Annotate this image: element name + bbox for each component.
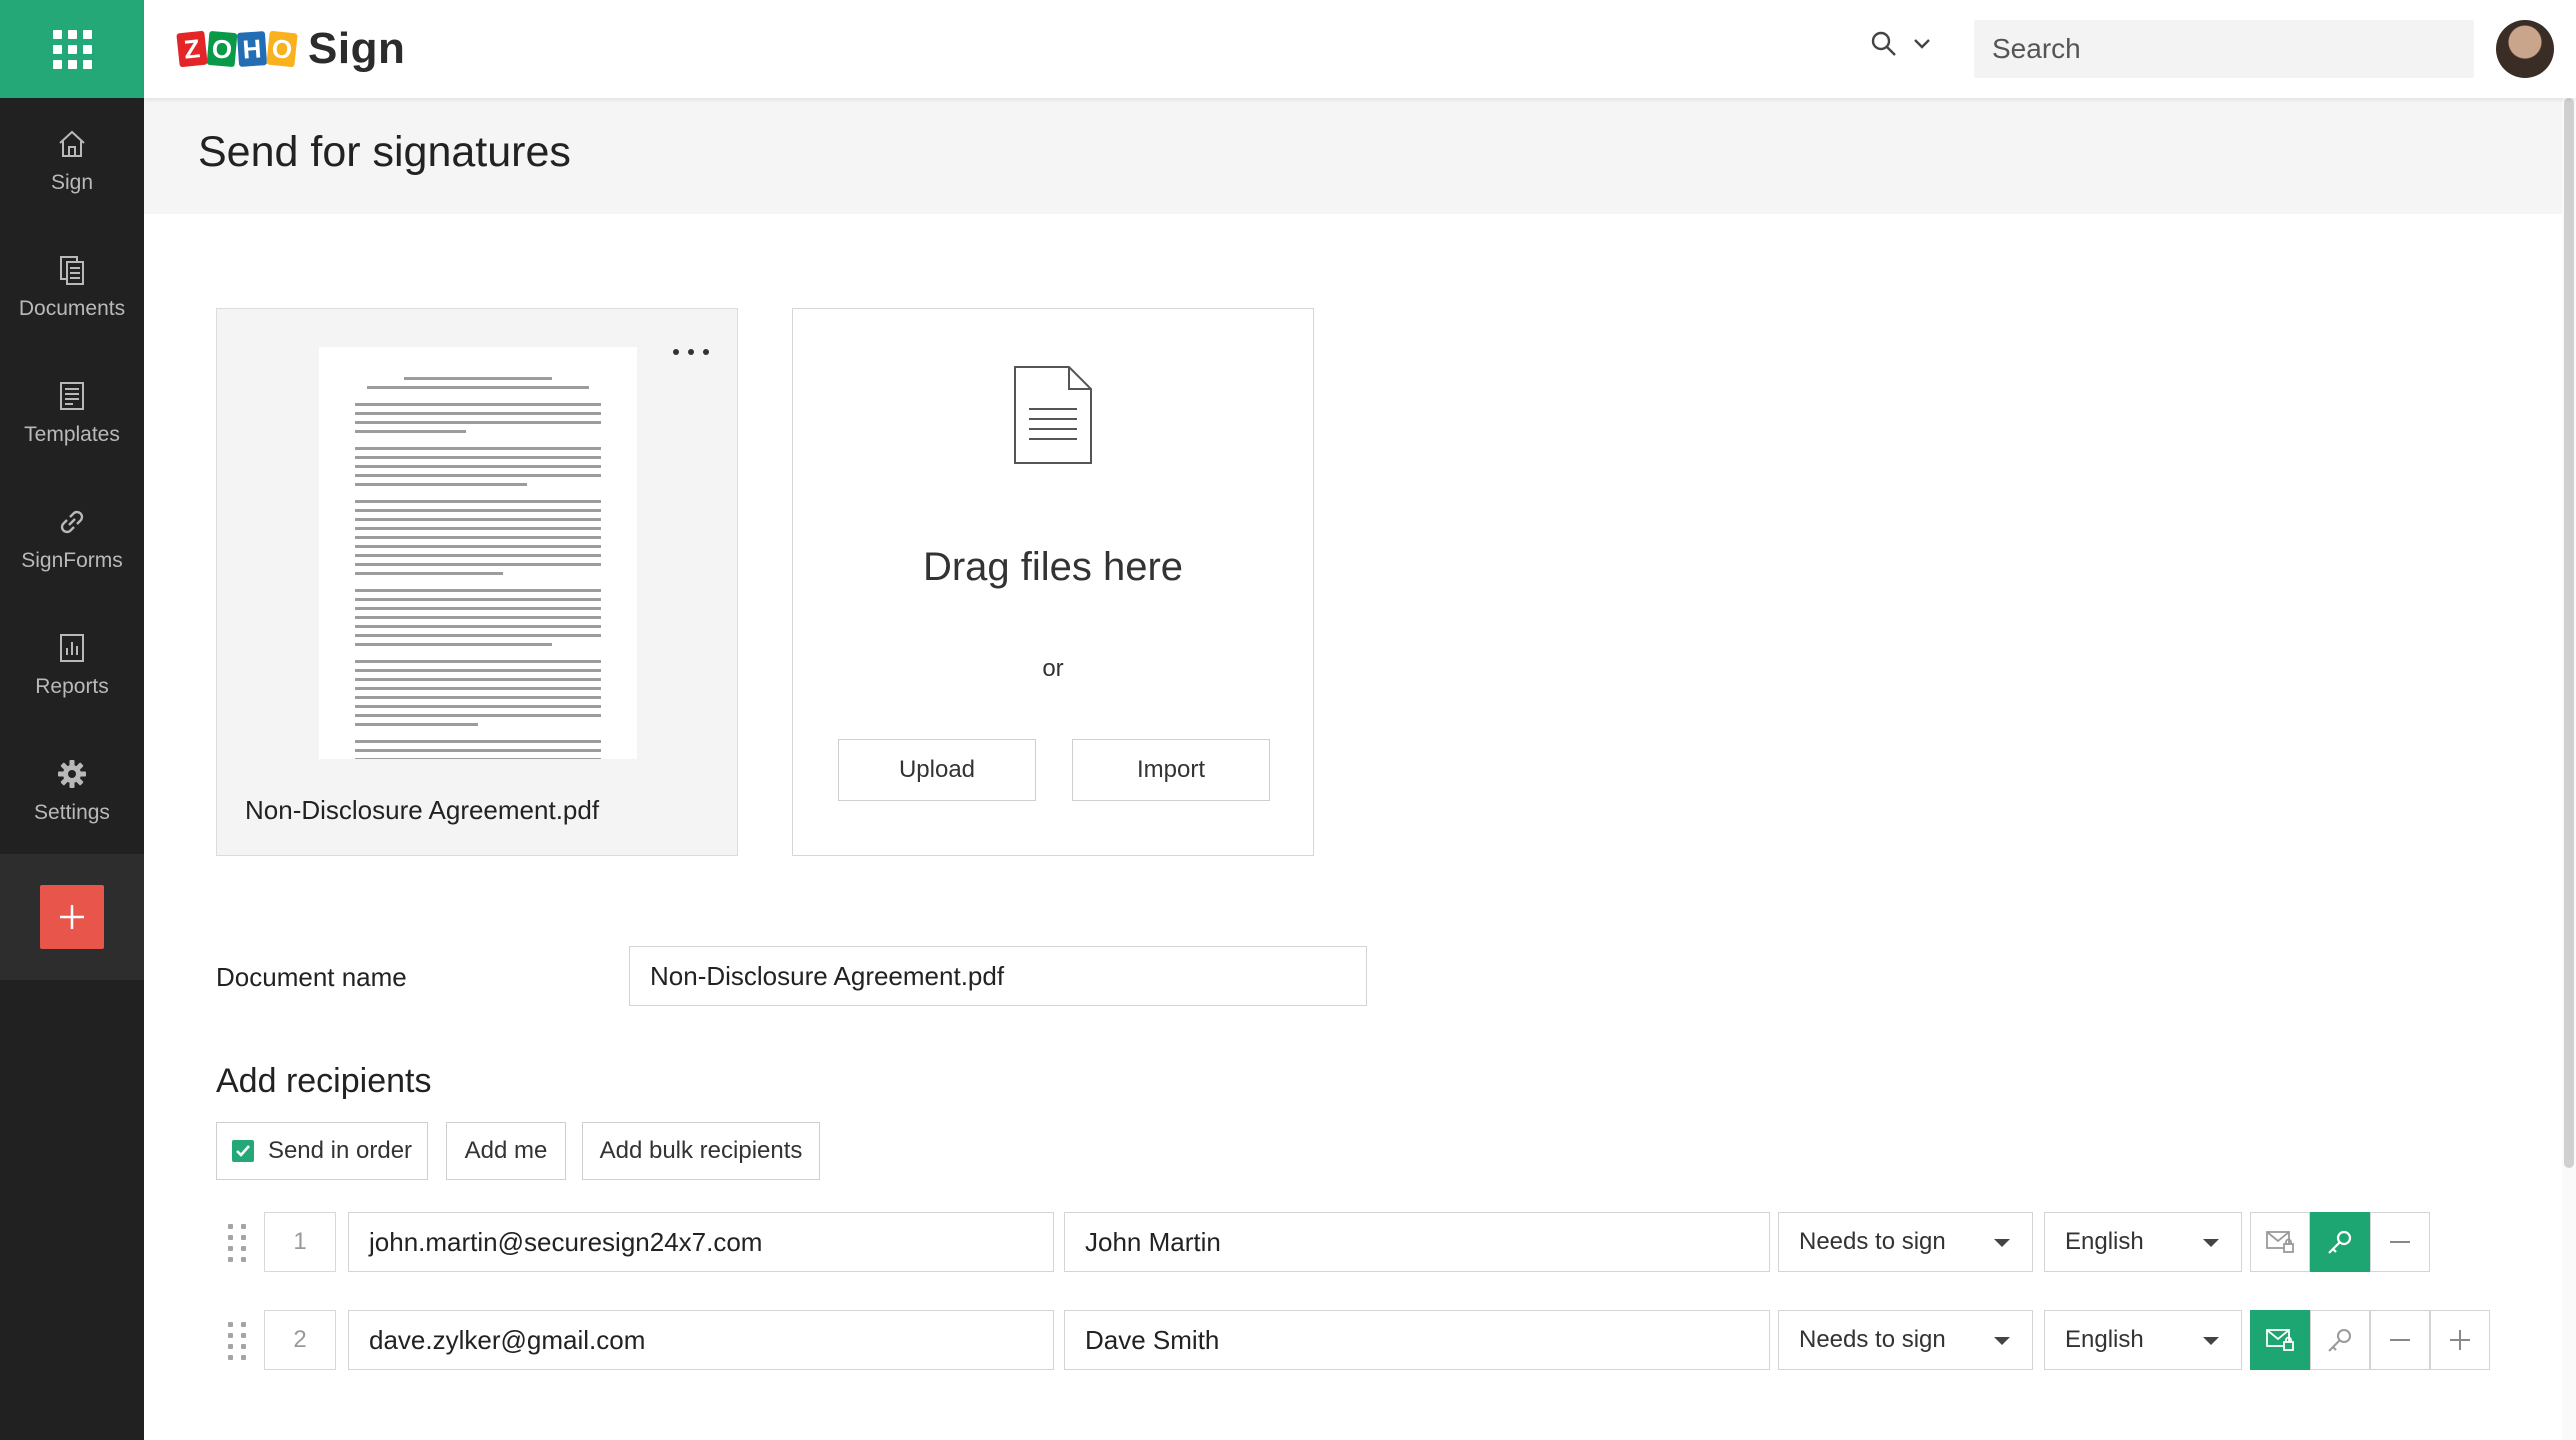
- new-document-button[interactable]: [40, 885, 104, 949]
- file-icon: [1014, 366, 1092, 464]
- document-name-input[interactable]: Non-Disclosure Agreement.pdf: [629, 946, 1367, 1006]
- add-me-button[interactable]: Add me: [446, 1122, 566, 1180]
- recipient-email-value: john.martin@securesign24x7.com: [369, 1226, 763, 1257]
- recipient-action-select[interactable]: Needs to sign: [1778, 1212, 2033, 1272]
- more-options-icon[interactable]: [673, 345, 709, 359]
- envelope-lock-icon: [2266, 1329, 2294, 1351]
- logo-letter: Z: [176, 30, 208, 68]
- recipient-name-value: John Martin: [1085, 1226, 1221, 1257]
- recipient-name-input[interactable]: John Martin: [1064, 1212, 1770, 1272]
- reports-icon: [60, 634, 84, 662]
- document-file-name: Non-Disclosure Agreement.pdf: [245, 795, 600, 825]
- recipient-email-input[interactable]: dave.zylker@gmail.com: [348, 1310, 1054, 1370]
- upload-button[interactable]: Upload: [838, 739, 1036, 801]
- caret-down-icon: [1994, 1239, 2010, 1247]
- caret-down-icon: [1994, 1337, 2010, 1345]
- send-in-order-label: Send in order: [267, 1137, 413, 1164]
- document-name-label: Document name: [216, 962, 407, 992]
- document-card[interactable]: Non-Disclosure Agreement.pdf: [216, 308, 738, 856]
- app-launcher-button[interactable]: [0, 0, 144, 98]
- page-title: Send for signatures: [198, 128, 571, 176]
- sidebar-item-label: Sign: [50, 171, 94, 194]
- remove-recipient-button[interactable]: [2370, 1212, 2430, 1272]
- email-verification-button[interactable]: [2250, 1212, 2310, 1272]
- recipient-order[interactable]: 2: [264, 1310, 336, 1370]
- search-placeholder: Search: [1992, 33, 2081, 64]
- recipient-name-input[interactable]: Dave Smith: [1064, 1310, 1770, 1370]
- recipient-language-value: English: [2065, 1326, 2144, 1353]
- home-icon: [59, 130, 85, 157]
- add-recipients-title: Add recipients: [216, 1062, 432, 1100]
- caret-down-icon: [2203, 1239, 2219, 1247]
- sidebar-item-signforms[interactable]: SignForms: [0, 476, 144, 602]
- zoho-sign-logo[interactable]: Z O H O Sign: [176, 24, 406, 74]
- remove-recipient-button[interactable]: [2370, 1310, 2430, 1370]
- checkmark-icon: [236, 1145, 250, 1157]
- new-document-area: [0, 854, 144, 980]
- email-verification-button[interactable]: [2250, 1310, 2310, 1370]
- drag-files-text: Drag files here: [922, 545, 1184, 589]
- sidebar-item-label: Documents: [18, 297, 126, 320]
- access-code-button[interactable]: [2310, 1310, 2370, 1370]
- user-avatar[interactable]: [2496, 20, 2554, 78]
- sidebar-item-label: SignForms: [21, 549, 123, 572]
- logo-letter: O: [266, 30, 298, 68]
- chevron-down-icon: [1914, 39, 1930, 49]
- minus-icon: [2390, 1339, 2410, 1341]
- top-bar: Z O H O Sign Search: [144, 0, 2576, 98]
- caret-down-icon: [2203, 1337, 2219, 1345]
- sidebar-item-label: Settings: [34, 801, 110, 824]
- recipient-action-value: Needs to sign: [1799, 1228, 1946, 1255]
- logo-letter: O: [206, 30, 238, 68]
- recipient-language-select[interactable]: English: [2044, 1212, 2242, 1272]
- sidebar-item-sign[interactable]: Sign: [0, 98, 144, 224]
- recipient-action-value: Needs to sign: [1799, 1326, 1946, 1353]
- plus-icon: [60, 905, 84, 929]
- recipient-language-select[interactable]: English: [2044, 1310, 2242, 1370]
- document-thumbnail: [319, 347, 637, 759]
- key-icon: [2328, 1329, 2351, 1352]
- sidebar-item-settings[interactable]: Settings: [0, 728, 144, 854]
- or-text: or: [1042, 655, 1064, 682]
- send-in-order-checkbox[interactable]: [231, 1140, 254, 1162]
- file-drop-zone[interactable]: Drag files here or Upload Import: [792, 308, 1314, 856]
- document-name-value: Non-Disclosure Agreement.pdf: [650, 960, 1005, 991]
- search-scope-dropdown[interactable]: [1870, 30, 1932, 58]
- documents-icon: [60, 256, 84, 285]
- recipient-language-value: English: [2065, 1228, 2144, 1255]
- sidebar: Sign Documents Templates SignForms Repor…: [0, 0, 144, 1440]
- drag-handle-icon[interactable]: [228, 1322, 248, 1360]
- add-bulk-recipients-button[interactable]: Add bulk recipients: [582, 1122, 820, 1180]
- recipient-email-value: dave.zylker@gmail.com: [369, 1324, 646, 1355]
- search-icon: [1871, 31, 1896, 56]
- import-button[interactable]: Import: [1072, 739, 1270, 801]
- add-recipient-button[interactable]: [2430, 1310, 2490, 1370]
- key-icon: [2328, 1230, 2352, 1254]
- plus-icon: [2450, 1330, 2470, 1350]
- grid-icon: [52, 29, 92, 69]
- scrollbar-thumb[interactable]: [2564, 98, 2574, 1168]
- search-input[interactable]: Search: [1974, 20, 2474, 78]
- product-name: Sign: [308, 24, 406, 73]
- drag-handle-icon[interactable]: [228, 1224, 248, 1262]
- sidebar-item-label: Templates: [24, 423, 120, 446]
- templates-icon: [60, 382, 84, 410]
- recipient-email-input[interactable]: john.martin@securesign24x7.com: [348, 1212, 1054, 1272]
- access-code-button[interactable]: [2310, 1212, 2370, 1272]
- page-header: Send for signatures: [144, 98, 2562, 214]
- sidebar-item-documents[interactable]: Documents: [0, 224, 144, 350]
- envelope-lock-icon: [2266, 1231, 2294, 1253]
- recipient-name-value: Dave Smith: [1085, 1324, 1220, 1355]
- gear-icon: [58, 760, 86, 788]
- sidebar-item-reports[interactable]: Reports: [0, 602, 144, 728]
- send-in-order-toggle[interactable]: Send in order: [216, 1122, 428, 1180]
- sidebar-item-templates[interactable]: Templates: [0, 350, 144, 476]
- recipient-order[interactable]: 1: [264, 1212, 336, 1272]
- sidebar-item-label: Reports: [35, 675, 109, 698]
- logo-letter: H: [236, 31, 268, 67]
- minus-icon: [2390, 1241, 2410, 1243]
- link-icon: [60, 510, 84, 534]
- recipient-action-select[interactable]: Needs to sign: [1778, 1310, 2033, 1370]
